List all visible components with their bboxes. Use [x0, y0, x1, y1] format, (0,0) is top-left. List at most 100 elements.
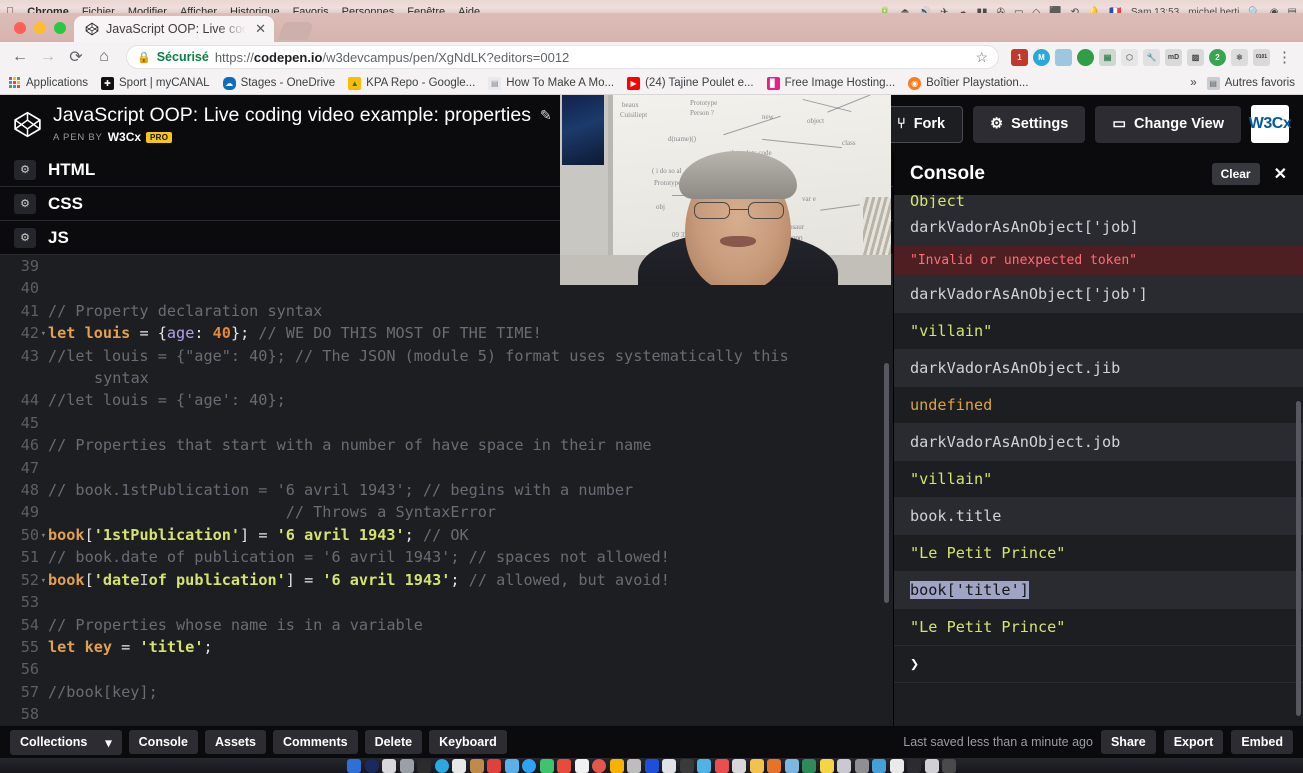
code-line[interactable]: 48 // book.1stPublication = '6 avril 1943…: [0, 479, 893, 501]
comments-button[interactable]: Comments: [272, 730, 358, 754]
code-line[interactable]: 51 // book.date of publication = '6 avril…: [0, 546, 893, 568]
extension-icon-cast[interactable]: ▨: [1187, 48, 1204, 66]
new-tab-button[interactable]: [278, 22, 314, 40]
codepen-header-actions[interactable]: ⑂ Fork ⚙ Settings ▭ Change View W3Cx: [878, 105, 1292, 143]
code-line[interactable]: 49 // Throws a SyntaxError: [0, 501, 893, 523]
menu-item-fichier[interactable]: Fichier: [82, 6, 115, 13]
code-editor[interactable]: 39 40 41// Property declaration syntax 42…: [0, 255, 893, 726]
dock-item[interactable]: [364, 759, 379, 773]
dock-item[interactable]: [662, 759, 676, 773]
bookmarks-overflow-icon[interactable]: »: [1190, 77, 1196, 89]
pen-author-link[interactable]: W3Cx: [108, 130, 141, 144]
bookmark-boitier-playstation[interactable]: ◉ Boîtier Playstation...: [908, 76, 1028, 90]
address-bar[interactable]: 🔒 Sécurisé https://codepen.io/w3devcampu…: [126, 45, 999, 69]
code-line[interactable]: 57 //book[key];: [0, 681, 893, 703]
code-line[interactable]: 54 // Properties whose name is in a varia…: [0, 614, 893, 636]
bookmark-kpa-repo[interactable]: ▲ KPA Repo - Google...: [348, 76, 475, 90]
bookmark-how-to-make[interactable]: ▤ How To Make A Mo...: [488, 76, 614, 90]
dock-item[interactable]: [469, 759, 484, 773]
menu-item-historique[interactable]: Historique: [230, 6, 280, 13]
dock-item[interactable]: [767, 759, 781, 773]
tab-close-icon[interactable]: ✕: [255, 21, 266, 37]
code-line[interactable]: 52 ▾ book['dateIof publication'] = '6 avri…: [0, 569, 893, 591]
bookmark-tajine-poulet[interactable]: ▶ (24) Tajine Poulet e...: [627, 76, 754, 90]
dock-item[interactable]: [504, 759, 519, 773]
code-line[interactable]: syntax: [0, 367, 893, 389]
fork-button[interactable]: ⑂ Fork: [878, 105, 964, 143]
console-clear-button[interactable]: Clear: [1211, 163, 1260, 185]
share-button[interactable]: Share: [1100, 730, 1156, 754]
code-line[interactable]: 44 //let louis = {'age': 40};: [0, 389, 893, 411]
extension-icon-sheets[interactable]: ▤: [1099, 48, 1116, 66]
dock-item[interactable]: [749, 759, 764, 773]
change-view-button[interactable]: ▭ Change View: [1095, 105, 1241, 143]
console-log[interactable]: Object darkVadorAsAnObject['job] "Invalid …: [894, 195, 1303, 726]
dock-item[interactable]: [399, 759, 414, 773]
close-window-button[interactable]: [14, 22, 26, 34]
dock-item[interactable]: [697, 759, 711, 773]
fold-arrow-icon[interactable]: ▾: [41, 323, 46, 345]
console-prompt-row[interactable]: ❯: [894, 646, 1303, 683]
maximize-window-button[interactable]: [54, 22, 66, 34]
back-button[interactable]: ←: [8, 45, 32, 69]
code-line[interactable]: 56: [0, 658, 893, 680]
dock-item[interactable]: [382, 759, 396, 773]
pencil-icon[interactable]: ✎: [540, 107, 552, 124]
console-scrollbar[interactable]: [1296, 401, 1301, 716]
menu-item-afficher[interactable]: Afficher: [180, 6, 217, 13]
dock-item[interactable]: [487, 759, 501, 773]
collections-dropdown[interactable]: Collections ▾: [10, 729, 122, 755]
forward-button[interactable]: →: [36, 45, 60, 69]
extension-icon-green-dot[interactable]: 2: [1209, 48, 1226, 66]
macos-menu-left[interactable]:  Chrome Fichier Modifier Afficher Histo…: [6, 1, 480, 13]
browser-tab-strip[interactable]: JavaScript OOP: Live coding vi ✕: [0, 13, 1303, 42]
dock-item[interactable]: [574, 759, 589, 773]
extension-icon-binary[interactable]: 0101: [1253, 48, 1270, 66]
console-header-actions[interactable]: Clear ✕: [1211, 163, 1293, 185]
dock-item[interactable]: [837, 759, 851, 773]
gear-icon[interactable]: ⚙: [14, 159, 36, 180]
dock-item[interactable]: [627, 759, 641, 773]
code-line[interactable]: 42 ▾ let louis = {age: 40}; // WE DO THIS …: [0, 322, 893, 344]
bookmark-stages-onedrive[interactable]: ☁ Stages - OneDrive: [222, 76, 335, 90]
avatar[interactable]: W3Cx: [1249, 105, 1292, 143]
bookmark-sport-mycanal[interactable]: ✚ Sport | myCANAL: [101, 76, 210, 90]
keyboard-button[interactable]: Keyboard: [429, 730, 507, 754]
dock-item[interactable]: [819, 759, 834, 773]
dock-item[interactable]: [889, 759, 904, 773]
code-line[interactable]: 45: [0, 412, 893, 434]
codepen-footer-right[interactable]: Last saved less than a minute ago Share …: [903, 730, 1293, 754]
menu-item-chrome[interactable]: Chrome: [27, 6, 69, 13]
dock-item[interactable]: [784, 759, 799, 773]
browser-toolbar[interactable]: ← → ⟳ ⌂ 🔒 Sécurisé https://codepen.io/w3…: [0, 42, 1303, 72]
dock-item[interactable]: [452, 759, 466, 773]
bookmark-free-image-hosting[interactable]: ▊ Free Image Hosting...: [766, 76, 895, 90]
extension-icon-cube[interactable]: ⬡: [1121, 48, 1138, 66]
code-line[interactable]: 58: [0, 703, 893, 725]
code-line[interactable]: 50 ▾ book['1stPublication'] = '6 avril 194…: [0, 524, 893, 546]
export-button[interactable]: Export: [1163, 730, 1224, 754]
code-line[interactable]: 41 // Property declaration syntax: [0, 300, 893, 322]
extension-icon-momentum[interactable]: M: [1033, 48, 1050, 66]
home-button[interactable]: ⌂: [92, 45, 116, 69]
macos-dock[interactable]: [0, 758, 1303, 773]
dock-item[interactable]: [522, 759, 536, 773]
extension-icon-ublock[interactable]: 1: [1011, 48, 1028, 66]
extension-icon-pocket[interactable]: [1055, 48, 1072, 66]
window-traffic-lights[interactable]: [0, 22, 66, 42]
macos-status-items[interactable]: 🔋 ⏏ 🔊 ✈ ☁ ▮▮ ✇ ▭ ◇ ⬛ ⟲ 🔔 🇫🇷 Sam 13:53 mi…: [879, 2, 1297, 13]
codepen-footer[interactable]: Collections ▾ Console Assets Comments De…: [0, 726, 1303, 758]
code-line[interactable]: 43 //let louis = {"age": 40}; // The JSON…: [0, 345, 893, 367]
code-line[interactable]: 55 let key = 'title';: [0, 636, 893, 658]
bookmark-applications[interactable]: Applications: [8, 76, 88, 90]
dock-item[interactable]: [592, 759, 606, 773]
dock-item[interactable]: [714, 759, 729, 773]
editor-scrollbar[interactable]: [884, 363, 889, 603]
console-toggle-button[interactable]: Console: [128, 730, 198, 754]
delete-button[interactable]: Delete: [364, 730, 423, 754]
console-close-icon[interactable]: ✕: [1268, 164, 1293, 184]
dock-item[interactable]: [644, 759, 659, 773]
code-line[interactable]: 53: [0, 591, 893, 613]
apple-menu-icon[interactable]: : [6, 6, 14, 13]
fold-arrow-icon[interactable]: ▾: [41, 525, 46, 547]
